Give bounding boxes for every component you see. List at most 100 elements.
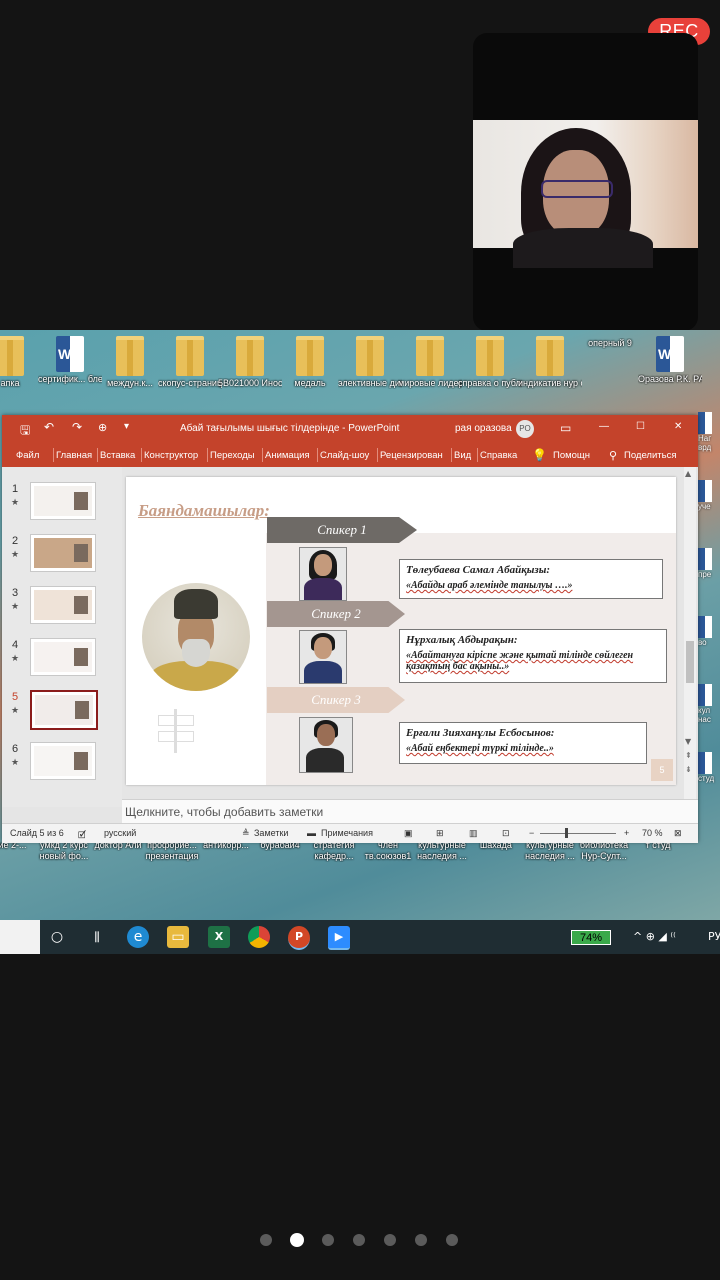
share-person-icon[interactable]: ⚲ [609,449,617,462]
close-button[interactable]: ✕ [674,421,682,432]
scroll-down-arrow-icon[interactable]: ▼ [685,737,691,746]
windows-taskbar: ○ ⫼ e ▭ X P ▶ 74% ^ ⊕ ◢ ⁽⁽ РУ [0,920,720,954]
slide-thumbnail[interactable] [30,586,96,624]
desktop-icon[interactable]: Wсертифик... блет [38,336,102,385]
ribbon-tab[interactable]: Вид [454,450,471,461]
desktop-icon[interactable]: индикатив нур султан [518,336,582,389]
file-explorer-icon[interactable]: ▭ [167,926,189,948]
desktop-icon[interactable]: апка [0,336,42,389]
redo-icon[interactable]: ↷ [72,420,82,434]
zoom-level[interactable]: 70 % [642,828,663,838]
zoom-slider-handle[interactable] [565,828,568,838]
fit-to-window-icon[interactable]: ⊠ [674,828,682,839]
slide-thumbnail[interactable] [30,534,96,572]
notes-icon[interactable]: ≜ [242,828,250,839]
desktop-icon[interactable]: междун.к... [98,336,162,389]
desktop-icon[interactable]: медаль [278,336,342,389]
share-button[interactable]: Поделиться [624,450,676,461]
ribbon-display-options-icon[interactable]: ▭ [560,421,571,435]
word-document-icon [698,616,712,638]
ribbon-tab[interactable]: Конструктор [144,450,198,461]
system-tray-icons[interactable]: ^ ⊕ ◢ ⁽⁽ [633,930,676,943]
page-dot[interactable] [446,1234,458,1246]
reading-view-icon[interactable]: ▥ [469,828,478,839]
task-view-icon[interactable]: ⫼ [86,926,108,948]
desktop-icon[interactable]: элективные дисциплины [338,336,402,389]
taskbar-search-box[interactable] [0,920,40,954]
save-icon[interactable]: 🖫 [20,421,30,442]
desktop-icon[interactable]: уче [698,480,720,511]
cortana-icon[interactable]: ○ [46,926,68,948]
desktop-icon[interactable]: мировые лидеры, ... [398,336,462,389]
slideshow-icon[interactable]: ⊡ [502,828,510,839]
transition-star-icon: ★ [11,497,20,507]
powerpoint-taskbar-icon[interactable]: P [288,926,310,950]
zoom-in-icon[interactable]: + [624,828,629,838]
slide-vertical-scrollbar[interactable]: ▲ ▼ ⇞ ⇟ [684,467,696,807]
comments-icon[interactable]: ▬ [307,828,316,838]
powerpoint-window[interactable]: 🖫 ↶ ↷ ⊕ ▾ Абай тағылымы шығыс тілдерінде… [2,415,698,844]
spellcheck-icon[interactable]: 🗹 [78,828,86,844]
desktop-icon[interactable]: во [698,616,720,647]
zoom-slider[interactable] [540,833,616,834]
page-dot[interactable] [384,1234,396,1246]
user-avatar[interactable]: РО [516,420,534,438]
scrollbar-thumb[interactable] [686,641,694,683]
lightbulb-icon[interactable]: 💡 [532,448,547,462]
maximize-button[interactable]: ☐ [636,421,645,432]
edge-icon[interactable]: e [127,926,149,948]
normal-view-icon[interactable]: ▣ [404,828,413,839]
page-dot[interactable] [322,1234,334,1246]
previous-slide-icon[interactable]: ⇞ [685,751,692,760]
comments-toggle[interactable]: Примечания [321,828,373,838]
desktop-icon[interactable]: справка о публикации [458,336,522,389]
folder-icon [476,336,504,376]
page-dot[interactable] [353,1234,365,1246]
slide-thumbnail[interactable] [30,638,96,676]
ribbon-tab[interactable]: Переходы [210,450,255,461]
customize-toolbar-icon[interactable]: ▾ [124,421,129,432]
zoom-taskbar-icon[interactable]: ▶ [328,926,350,950]
tell-me-label[interactable]: Помощн [553,450,590,461]
slide-thumbnail[interactable] [30,742,96,780]
ribbon-tab[interactable]: Файл [16,450,39,461]
slide-heading: Баяндамашылар: [138,501,270,520]
next-slide-icon[interactable]: ⇟ [685,765,692,774]
scroll-up-arrow-icon[interactable]: ▲ [685,469,691,478]
notes-toggle[interactable]: Заметки [254,828,288,838]
desktop-icon[interactable]: пре [698,548,720,579]
desktop-icon[interactable]: Наг врд [698,412,720,452]
ribbon-tab[interactable]: Рецензирован [380,450,443,461]
desktop-icon[interactable]: оперный 9 [578,336,642,349]
ribbon-tab-separator [451,448,452,462]
ribbon-tab-separator [317,448,318,462]
page-dot[interactable] [260,1234,272,1246]
input-language-indicator[interactable]: РУ [708,930,720,943]
ribbon-tab[interactable]: Слайд-шоу [320,450,369,461]
ribbon-tab[interactable]: Справка [480,450,517,461]
start-from-beginning-icon[interactable]: ⊕ [98,421,107,434]
desktop-icon[interactable]: скопус-страницы [158,336,222,389]
ribbon-tab[interactable]: Анимация [265,450,310,461]
notes-pane[interactable]: Щелкните, чтобы добавить заметки [122,799,698,823]
slide-thumbnail[interactable] [30,482,96,520]
excel-icon[interactable]: X [208,926,230,948]
minimize-button[interactable]: — [599,421,609,432]
ribbon-tab[interactable]: Главная [56,450,92,461]
desktop-icon[interactable]: студ [698,752,720,783]
chrome-icon[interactable] [248,926,270,948]
desktop-icon[interactable]: кул нас [698,684,720,724]
slide-canvas[interactable]: Баяндамашылар: Спикер 1 Төлеубаева Самал… [126,477,676,785]
desktop-icon[interactable]: W Оразова Р.К. РАСПИСА... [638,336,702,385]
undo-icon[interactable]: ↶ [44,420,54,434]
slide-sorter-icon[interactable]: ⊞ [436,828,444,839]
desktop-icon[interactable]: 5В021000 Иностран... [218,336,282,389]
zoom-out-icon[interactable]: − [529,828,534,838]
page-dot[interactable] [290,1233,304,1247]
participant-video-tile[interactable] [473,33,698,331]
ribbon-tab[interactable]: Вставка [100,450,135,461]
page-dot[interactable] [415,1234,427,1246]
slide-thumbnail[interactable] [30,690,98,730]
battery-indicator[interactable]: 74% [571,930,611,945]
language-indicator[interactable]: русский [104,828,136,838]
